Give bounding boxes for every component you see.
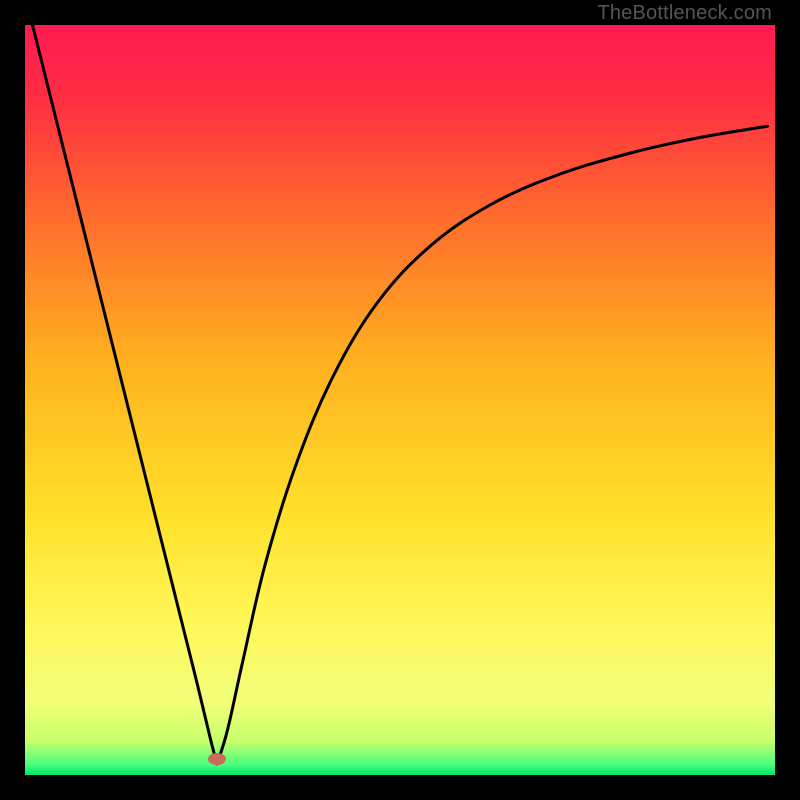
curve-right-branch bbox=[217, 126, 768, 764]
watermark-text: TheBottleneck.com bbox=[597, 2, 772, 25]
chart-frame bbox=[25, 25, 775, 775]
curve-left-branch bbox=[33, 25, 218, 764]
bottleneck-curve bbox=[25, 25, 775, 775]
optimum-marker bbox=[208, 753, 226, 765]
